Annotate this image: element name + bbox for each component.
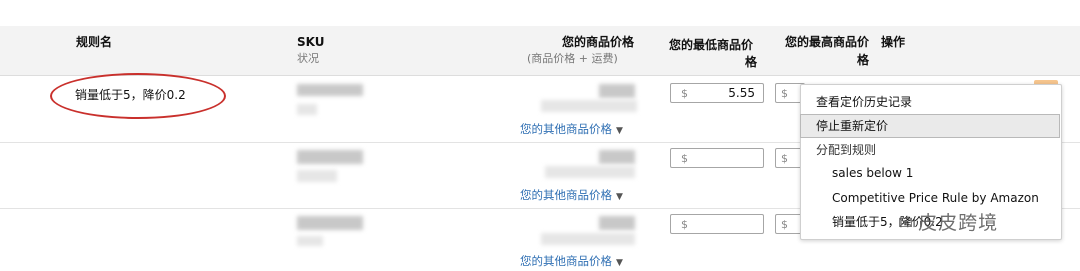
price-blurred [599, 150, 635, 164]
currency-symbol: $ [781, 152, 788, 165]
sku-blurred [297, 150, 363, 164]
min-price-input[interactable]: $ 5.55 [670, 83, 764, 103]
sku-blurred [297, 216, 363, 230]
top-bar [0, 0, 1080, 26]
price-blurred [599, 216, 635, 230]
table-header: 规则名 SKU 状况 您的商品价格 (商品价格 + 运费) 您的最低商品价 格 … [0, 26, 1080, 76]
header-min-price-cont: 格 [745, 55, 758, 69]
sku-blurred [297, 84, 363, 96]
menu-item-rule-sales-below-1[interactable]: sales below 1 [801, 162, 1061, 184]
header-your-price-sub: (商品价格 + 运费) [527, 52, 618, 65]
header-actions: 操作 [881, 35, 906, 49]
currency-symbol: $ [681, 87, 688, 100]
min-price-input[interactable]: $ [670, 214, 764, 234]
min-price-input[interactable]: $ [670, 148, 764, 168]
currency-symbol: $ [781, 218, 788, 231]
caret-down-icon: ▼ [616, 192, 623, 202]
menu-item-view-price-history[interactable]: 查看定价历史记录 [801, 91, 1061, 113]
other-prices-link[interactable]: 您的其他商品价格 ▼ [520, 121, 623, 137]
price-sub-blurred [541, 100, 637, 112]
header-max-price: 您的最高商品价 [785, 35, 870, 49]
price-sub-blurred [545, 166, 635, 178]
other-prices-label: 您的其他商品价格 [520, 254, 612, 268]
header-sku-condition: 状况 [297, 52, 319, 65]
currency-symbol: $ [681, 152, 688, 165]
menu-item-rule-competitive-price[interactable]: Competitive Price Rule by Amazon [801, 187, 1061, 209]
caret-down-icon: ▼ [616, 126, 623, 136]
menu-item-stop-repricing[interactable]: 停止重新定价 [800, 114, 1060, 138]
header-your-price: 您的商品价格 [562, 35, 635, 49]
rule-name-cell: 销量低于5，降价0.2 [75, 88, 186, 102]
condition-blurred [297, 236, 323, 246]
header-sku: SKU [297, 35, 325, 49]
currency-symbol: $ [681, 218, 688, 231]
watermark: ✉ 皮皮跨境 [898, 208, 998, 235]
header-rule-name: 规则名 [76, 35, 113, 49]
other-prices-label: 您的其他商品价格 [520, 188, 612, 202]
other-prices-label: 您的其他商品价格 [520, 122, 612, 136]
min-price-value: 5.55 [728, 86, 755, 100]
header-max-price-cont: 格 [857, 53, 870, 67]
price-sub-blurred [541, 233, 635, 245]
condition-blurred [297, 170, 337, 182]
menu-section-assign-rule: 分配到规则 [816, 143, 877, 157]
wechat-icon: ✉ [898, 213, 915, 234]
other-prices-link[interactable]: 您的其他商品价格 ▼ [520, 253, 623, 269]
price-blurred [599, 84, 635, 98]
condition-blurred [297, 104, 317, 115]
watermark-text: 皮皮跨境 [918, 212, 999, 234]
currency-symbol: $ [781, 87, 788, 100]
caret-down-icon: ▼ [616, 258, 623, 268]
header-min-price: 您的最低商品价 [669, 38, 754, 52]
other-prices-link[interactable]: 您的其他商品价格 ▼ [520, 187, 623, 203]
